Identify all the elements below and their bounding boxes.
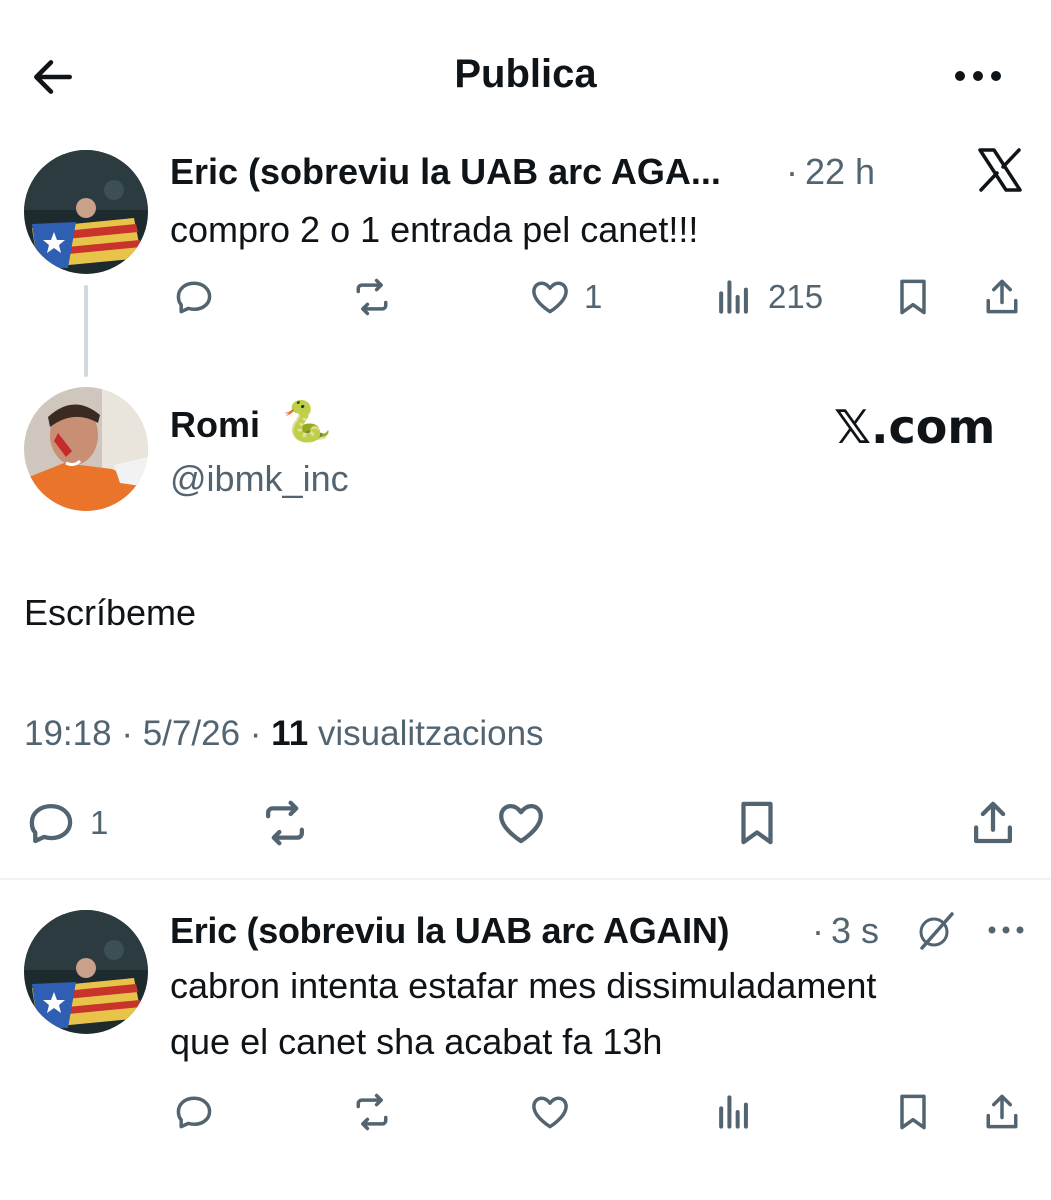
repost-icon [265, 800, 305, 846]
share-button[interactable] [966, 796, 1020, 850]
bookmark-icon [900, 1094, 926, 1130]
separator: · [249, 714, 262, 753]
share-icon [986, 279, 1018, 314]
divider [0, 878, 1051, 880]
views-label: visualitzacions [317, 714, 544, 753]
analytics-icon [719, 1095, 748, 1129]
bookmark-icon [900, 279, 926, 315]
avatar-photo [24, 910, 148, 1034]
tweet-separator: · [812, 910, 824, 951]
tweet-time[interactable]: 22 h [805, 151, 875, 193]
repost-icon [356, 1093, 388, 1131]
grok-icon[interactable] [914, 908, 958, 952]
share-icon [973, 801, 1013, 844]
reply-icon [176, 1096, 212, 1129]
repost-button[interactable] [350, 275, 394, 319]
share-button[interactable] [980, 275, 1024, 319]
tweet-separator: · [786, 151, 798, 192]
views-button[interactable]: 215 [712, 275, 823, 319]
reply-icon [176, 281, 212, 314]
tweet-text: compro 2 o 1 entrada pel canet!!! [170, 209, 699, 250]
repost-button[interactable] [258, 796, 312, 850]
heart-icon [499, 803, 543, 844]
reply-button[interactable] [172, 1090, 216, 1134]
avatar-photo [24, 150, 148, 274]
tweet-timestamp-row: 19:18 · 5/7/26 · 11 visualitzacions [24, 714, 544, 754]
views-count[interactable]: 11 [271, 714, 308, 753]
views-button[interactable] [712, 1090, 756, 1134]
watermark: 𝕏.com [834, 400, 996, 454]
avatar[interactable] [24, 910, 148, 1034]
tweet-text-line-1: cabron intenta estafar mes dissimuladame… [170, 965, 877, 1006]
reply-icon [29, 803, 73, 844]
bookmark-icon [741, 801, 773, 845]
separator: · [121, 714, 133, 753]
author-name[interactable]: Romi [170, 404, 260, 446]
reply-button[interactable] [172, 275, 216, 319]
like-button[interactable] [494, 796, 548, 850]
like-button[interactable] [528, 1090, 572, 1134]
author-handle[interactable]: @ibmk_inc [170, 458, 349, 500]
more-horizontal-icon [988, 926, 1024, 934]
page-title: Publica [454, 52, 597, 96]
bookmark-button[interactable] [730, 796, 784, 850]
like-button[interactable]: 1 [528, 275, 602, 319]
avatar-photo [24, 387, 148, 511]
reply-button[interactable]: 1 [24, 796, 108, 850]
tweet-text: Escríbeme [24, 592, 197, 633]
tweet-date[interactable]: 5/7/26 [143, 714, 240, 753]
thread-line [84, 285, 88, 377]
share-button[interactable] [980, 1090, 1024, 1134]
like-count: 1 [584, 278, 603, 315]
bookmark-button[interactable] [891, 1090, 935, 1134]
more-horizontal-icon [955, 71, 1001, 81]
x-logo-icon [976, 146, 1024, 194]
view-count: 215 [768, 278, 824, 315]
author-name[interactable]: Eric (sobreviu la UAB arc AGA... [170, 151, 721, 193]
avatar[interactable] [24, 387, 148, 511]
more-options-button[interactable] [946, 56, 1010, 96]
tweet-time[interactable]: 3 s [831, 910, 879, 952]
share-icon [986, 1094, 1018, 1129]
heart-icon [532, 281, 568, 314]
heart-icon [532, 1096, 568, 1129]
tweet-time[interactable]: 19:18 [24, 714, 112, 753]
more-options-button[interactable] [984, 912, 1028, 948]
author-name[interactable]: Eric (sobreviu la UAB arc AGAIN) [170, 910, 730, 952]
bookmark-button[interactable] [891, 275, 935, 319]
avatar[interactable] [24, 150, 148, 274]
repost-icon [356, 278, 388, 316]
snake-emoji: 🐍 [282, 399, 332, 445]
tweet-text-line-2: que el canet sha acabat fa 13h [170, 1021, 663, 1062]
reply-count: 1 [90, 804, 109, 841]
repost-button[interactable] [350, 1090, 394, 1134]
analytics-icon [719, 280, 748, 314]
